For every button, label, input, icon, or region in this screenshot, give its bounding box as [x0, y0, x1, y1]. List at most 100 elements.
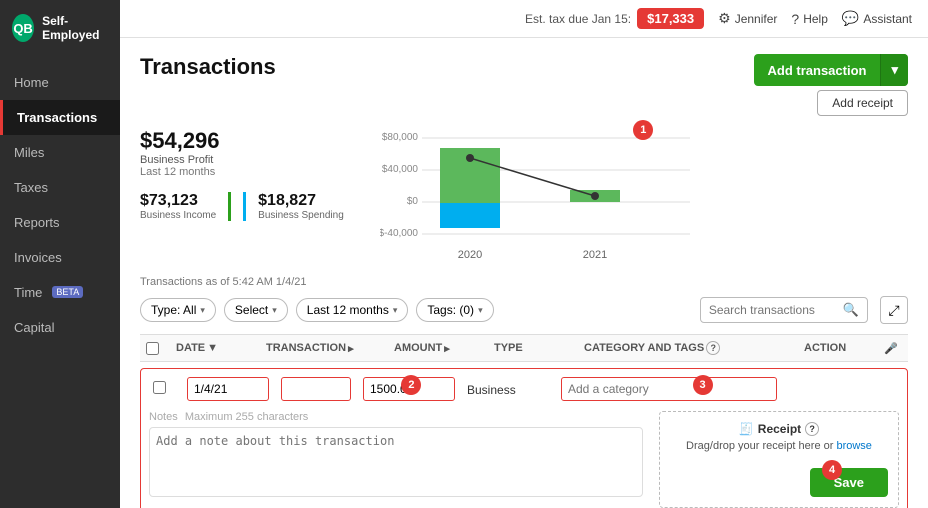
- tags-filter-label: Tags: (0): [427, 303, 474, 317]
- date-sort-icon: ▼: [207, 342, 218, 354]
- spending-label: Business Spending: [258, 210, 344, 221]
- add-transaction-label: Add transaction: [754, 55, 881, 86]
- sidebar-item-taxes[interactable]: Taxes: [0, 170, 120, 205]
- transaction-sort-icon: ▸: [348, 342, 354, 355]
- type-col-header: TYPE: [488, 341, 578, 355]
- sidebar-item-reports[interactable]: Reports: [0, 205, 120, 240]
- category-help-icon: ?: [706, 341, 720, 355]
- page-content: Transactions Add transaction ▾ Add recei…: [120, 38, 928, 508]
- row-detail: Notes Maximum 255 characters 🧾 Receipt ?…: [149, 411, 899, 508]
- topbar-user: Jennifer: [735, 12, 778, 26]
- profit-amount: $54,296: [140, 128, 360, 154]
- select-all-checkbox[interactable]: [146, 342, 159, 355]
- spending-amount: $18,827: [258, 192, 344, 210]
- amount-col-header[interactable]: AMOUNT ▸: [388, 341, 488, 355]
- select-filter-arrow: ▾: [272, 305, 277, 316]
- export-icon: ⤢: [888, 302, 899, 319]
- add-receipt-button[interactable]: Add receipt: [817, 90, 908, 116]
- notes-textarea[interactable]: [149, 427, 643, 497]
- sidebar-item-home[interactable]: Home: [0, 65, 120, 100]
- bar-chart: $80,000 $40,000 $0 $-40,000: [380, 128, 700, 268]
- income-label: Business Income: [140, 210, 216, 221]
- beta-badge: BETA: [52, 286, 83, 298]
- summary-chart-row: $54,296 Business Profit Last 12 months $…: [140, 128, 908, 268]
- sidebar-item-time[interactable]: Time BETA: [0, 275, 120, 310]
- mic-icon-col: 🎤: [878, 341, 908, 355]
- svg-text:$0: $0: [407, 196, 419, 207]
- sidebar-item-transactions[interactable]: Transactions: [0, 100, 120, 135]
- add-transaction-caret[interactable]: ▾: [880, 54, 908, 86]
- svg-text:$40,000: $40,000: [382, 164, 419, 175]
- topbar: Est. tax due Jan 15: $17,333 ⚙ Jennifer …: [120, 0, 928, 38]
- type-filter[interactable]: Type: All ▾: [140, 298, 216, 322]
- transaction-input[interactable]: [281, 377, 351, 401]
- topbar-assistant[interactable]: 💬 Assistant: [842, 10, 912, 27]
- date-input[interactable]: [187, 377, 269, 401]
- gear-icon: ⚙: [718, 10, 731, 27]
- type-value: Business: [467, 383, 516, 397]
- summary-secondary: $73,123 Business Income $18,827 Business…: [140, 192, 360, 221]
- callout-3: 3: [693, 375, 713, 395]
- row-checkbox-col[interactable]: [149, 381, 179, 397]
- help-icon: ?: [791, 11, 799, 27]
- spending-summary: $18,827 Business Spending: [243, 192, 360, 221]
- add-transaction-button[interactable]: Add transaction ▾: [754, 54, 909, 86]
- topbar-settings[interactable]: ⚙ Jennifer: [718, 10, 777, 27]
- filter-bar: Type: All ▾ Select ▾ Last 12 months ▾ Ta…: [140, 296, 908, 324]
- sidebar: QB Self-Employed Home Transactions Miles…: [0, 0, 120, 508]
- tags-filter[interactable]: Tags: (0) ▾: [416, 298, 493, 322]
- row-transaction-col: [277, 377, 355, 401]
- search-box[interactable]: 🔍: [700, 297, 868, 323]
- sidebar-brand: Self-Employed: [42, 14, 108, 43]
- transaction-col-header[interactable]: TRANSACTION ▸: [260, 341, 388, 355]
- receipt-sub: Drag/drop your receipt here or browse: [686, 440, 872, 452]
- date-col-header[interactable]: DATE ▼: [170, 341, 260, 355]
- edit-transaction-row: 2 3 Business: [140, 368, 908, 508]
- select-filter[interactable]: Select ▾: [224, 298, 288, 322]
- export-button[interactable]: ⤢: [880, 296, 908, 324]
- svg-text:$-40,000: $-40,000: [380, 228, 418, 239]
- row-checkbox[interactable]: [153, 381, 166, 394]
- chart-section: 1 $80,000 $40,000 $0 $-40,000: [380, 128, 908, 268]
- receipt-icon: 🧾: [739, 422, 754, 436]
- receipt-section: 🧾 Receipt ? Drag/drop your receipt here …: [659, 411, 899, 508]
- summary-section: $54,296 Business Profit Last 12 months $…: [140, 128, 360, 268]
- chat-icon: 💬: [842, 10, 859, 27]
- tax-amount: $17,333: [637, 8, 704, 29]
- profit-label: Business Profit: [140, 154, 360, 166]
- sidebar-logo: QB Self-Employed: [0, 0, 120, 57]
- income-summary: $73,123 Business Income: [140, 192, 231, 221]
- receipt-header: 🧾 Receipt ?: [739, 422, 819, 436]
- action-button-group: Add transaction ▾ Add receipt: [754, 54, 909, 116]
- logo-icon: QB: [12, 14, 34, 42]
- callout-4: 4: [822, 460, 842, 480]
- sidebar-item-miles[interactable]: Miles: [0, 135, 120, 170]
- period-filter[interactable]: Last 12 months ▾: [296, 298, 409, 322]
- type-filter-arrow: ▾: [200, 305, 205, 316]
- category-input[interactable]: [561, 377, 777, 401]
- sidebar-item-capital[interactable]: Capital: [0, 310, 120, 345]
- topbar-tax: Est. tax due Jan 15: $17,333: [525, 8, 704, 29]
- income-amount: $73,123: [140, 192, 216, 210]
- amount-sort-icon: ▸: [444, 342, 450, 355]
- tags-filter-arrow: ▾: [478, 305, 483, 316]
- receipt-browse-link[interactable]: browse: [836, 440, 871, 452]
- sidebar-item-invoices[interactable]: Invoices: [0, 240, 120, 275]
- svg-text:$80,000: $80,000: [382, 132, 419, 143]
- period-filter-arrow: ▾: [393, 305, 398, 316]
- svg-text:2021: 2021: [583, 249, 607, 261]
- page-title: Transactions: [140, 54, 276, 80]
- period-filter-label: Last 12 months: [307, 303, 389, 317]
- table-header: DATE ▼ TRANSACTION ▸ AMOUNT ▸ TYPE CATEG…: [140, 334, 908, 362]
- category-col-header: CATEGORY AND TAGS ?: [578, 341, 798, 355]
- receipt-help-icon: ?: [805, 422, 819, 436]
- search-input[interactable]: [709, 303, 839, 317]
- row-type-col: Business: [463, 382, 553, 397]
- topbar-help[interactable]: ? Help: [791, 11, 827, 27]
- checkbox-col[interactable]: [140, 341, 170, 355]
- row-date-col: [183, 377, 273, 401]
- filter-note: Transactions as of 5:42 AM 1/4/21: [140, 276, 908, 288]
- row-fields: Business: [149, 377, 899, 401]
- row-category-col: [557, 377, 781, 401]
- tax-label: Est. tax due Jan 15:: [525, 12, 631, 26]
